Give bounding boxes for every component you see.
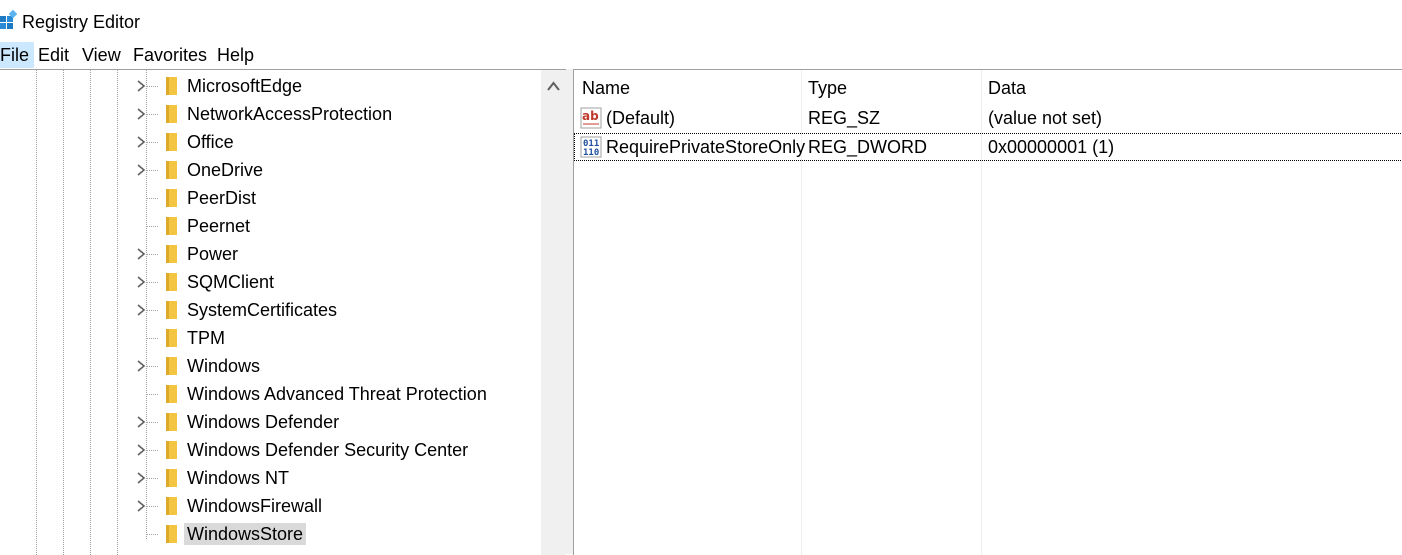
tree-vertical-scrollbar[interactable] (541, 70, 566, 555)
tree-connector (146, 142, 158, 143)
tree-connector (146, 478, 158, 479)
tree-item-label: SQMClient (187, 272, 275, 292)
folder-icon (166, 441, 177, 459)
tree-item-label: NetworkAccessProtection (187, 104, 393, 124)
tree-connector (146, 114, 158, 115)
tree-connector (146, 394, 158, 395)
folder-icon (166, 497, 177, 515)
binary-value-icon: 011 110 (580, 136, 602, 158)
tree-item[interactable]: Windows (0, 352, 540, 380)
menu-help[interactable]: Help (212, 42, 259, 68)
values-pane[interactable]: Name Type Data ab (Default) REG_SZ (valu… (573, 69, 1402, 555)
tree-item[interactable]: WindowsFirewall (0, 492, 540, 520)
folder-icon (166, 161, 177, 179)
string-value-icon: ab (580, 107, 602, 129)
value-type: REG_DWORD (808, 137, 928, 157)
tree-item[interactable]: SQMClient (0, 268, 540, 296)
tree-item-label: SystemCertificates (187, 300, 338, 320)
tree-item-label: Peernet (187, 216, 251, 236)
tree-connector (146, 198, 158, 199)
tree-item[interactable]: OneDrive (0, 156, 540, 184)
menu-file[interactable]: File (0, 42, 35, 68)
folder-icon (166, 105, 177, 123)
tree-item[interactable]: NetworkAccessProtection (0, 100, 540, 128)
folder-icon (166, 525, 177, 543)
tree-item-label: PeerDist (187, 188, 257, 208)
folder-icon (166, 189, 177, 207)
value-type: REG_SZ (808, 108, 881, 128)
folder-icon (166, 273, 177, 291)
value-name: RequirePrivateStoreOnly (606, 137, 806, 157)
tree-connector (146, 450, 158, 451)
menu-view[interactable]: View (77, 42, 126, 68)
tree-item[interactable]: MicrosoftEdge (0, 72, 540, 100)
tree-item-label: Windows Defender Security Center (187, 440, 469, 460)
tree-connector (146, 282, 158, 283)
window-title: Registry Editor (22, 12, 141, 32)
tree-connector (146, 366, 158, 367)
value-row[interactable]: ab (Default) REG_SZ (value not set) (574, 104, 1402, 132)
svg-text:ab: ab (582, 109, 599, 123)
tree-item-label: Office (187, 132, 234, 152)
menu-bar: File Edit View Favorites Help (0, 42, 1402, 68)
folder-icon (166, 329, 177, 347)
tree-item-label: TPM (187, 328, 225, 348)
tree-connector (146, 422, 158, 423)
menu-favorites[interactable]: Favorites (128, 42, 212, 68)
tree-item[interactable]: Windows NT (0, 464, 540, 492)
title-bar: Registry Editor (0, 0, 1402, 42)
tree-connector (146, 226, 158, 227)
pane-splitter[interactable] (566, 69, 573, 554)
tree-item[interactable]: Office (0, 128, 540, 156)
value-row[interactable]: 011 110 RequirePrivateStoreOnly REG_DWOR… (574, 133, 1402, 161)
folder-icon (166, 217, 177, 235)
tree-connector (146, 86, 158, 87)
tree-item-label: Windows NT (187, 468, 290, 488)
folder-icon (166, 245, 177, 263)
tree-item-label: Power (187, 244, 239, 264)
key-tree-pane[interactable]: MicrosoftEdge NetworkAccessProtection Offi… (0, 69, 566, 555)
column-header-type[interactable]: Type (808, 70, 847, 106)
folder-icon (166, 77, 177, 95)
tree-item-label: MicrosoftEdge (187, 76, 303, 96)
tree-item[interactable]: Windows Defender (0, 408, 540, 436)
folder-icon (166, 385, 177, 403)
tree-connector (146, 254, 158, 255)
tree-item-label: Windows Advanced Threat Protection (187, 384, 487, 404)
tree-item[interactable]: Windows Defender Security Center (0, 436, 540, 464)
value-data: (value not set) (988, 108, 1103, 128)
tree-item[interactable]: PeerDist (0, 184, 540, 212)
folder-icon (166, 301, 177, 319)
tree-item-label: WindowsStore (184, 523, 307, 545)
value-data: 0x00000001 (1) (988, 137, 1115, 157)
svg-text:110: 110 (583, 148, 599, 158)
value-name: (Default) (606, 108, 676, 128)
tree-connector (146, 170, 158, 171)
tree-item[interactable]: Windows Advanced Threat Protection (0, 380, 540, 408)
folder-icon (166, 357, 177, 375)
tree-item[interactable]: SystemCertificates (0, 296, 540, 324)
column-header-name[interactable]: Name (582, 70, 630, 106)
column-header-data[interactable]: Data (988, 70, 1026, 106)
registry-editor-icon (0, 10, 17, 29)
folder-icon (166, 469, 177, 487)
tree-item[interactable]: Power (0, 240, 540, 268)
tree-connector (146, 506, 158, 507)
tree-item[interactable]: WindowsStore (0, 520, 540, 548)
tree-item-label: Windows Defender (187, 412, 340, 432)
menu-edit[interactable]: Edit (33, 42, 74, 68)
tree-connector (146, 338, 158, 339)
scroll-up-icon[interactable] (541, 70, 566, 98)
tree-connector (146, 310, 158, 311)
tree-connector (146, 534, 158, 535)
tree-item-label: Windows (187, 356, 261, 376)
tree-item-label: WindowsFirewall (187, 496, 323, 516)
tree-item-label: OneDrive (187, 160, 264, 180)
folder-icon (166, 133, 177, 151)
tree-item[interactable]: TPM (0, 324, 540, 352)
tree-item[interactable]: Peernet (0, 212, 540, 240)
folder-icon (166, 413, 177, 431)
